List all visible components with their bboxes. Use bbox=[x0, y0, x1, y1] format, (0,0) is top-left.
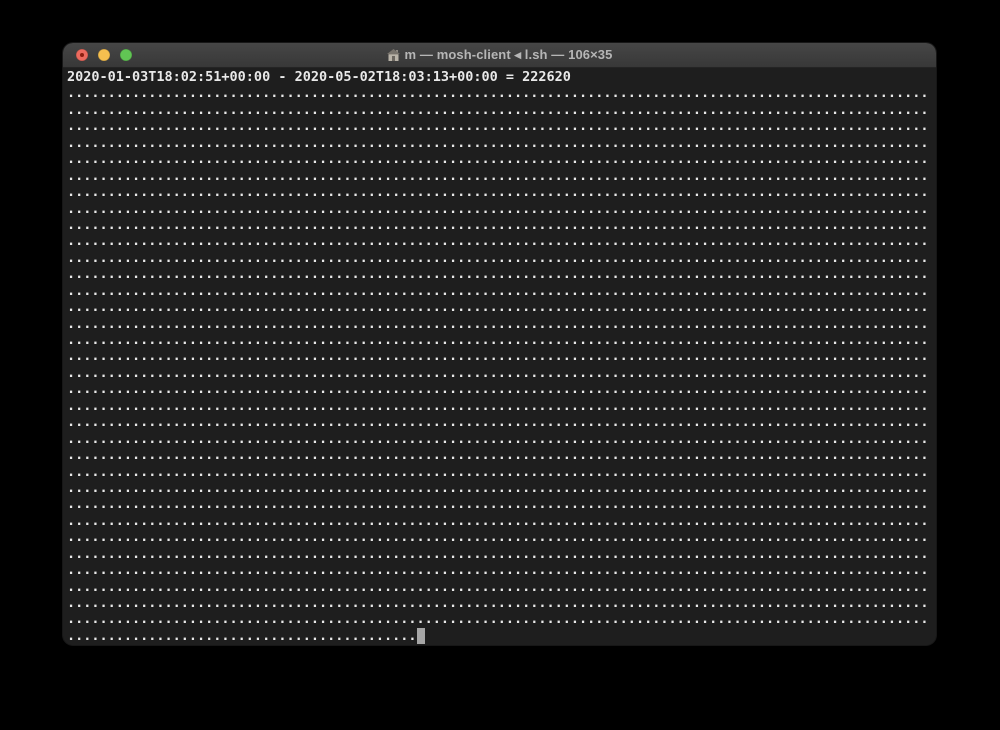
terminal-cursor bbox=[416, 628, 425, 645]
terminal-window: m — mosh-client ◂ l.sh — 106×35 2020-01-… bbox=[63, 43, 936, 645]
terminal-screen[interactable]: 2020-01-03T18:02:51+00:00 - 2020-05-02T1… bbox=[63, 68, 936, 645]
traffic-lights bbox=[76, 43, 132, 67]
terminal-dot-row: ........................................… bbox=[67, 200, 929, 217]
home-folder-icon[interactable] bbox=[386, 49, 400, 61]
titlebar[interactable]: m — mosh-client ◂ l.sh — 106×35 bbox=[63, 43, 936, 68]
terminal-dot-row: ........................................… bbox=[67, 282, 929, 299]
terminal-dot-row: ........................................… bbox=[67, 414, 929, 431]
terminal-dot-row: ........................................… bbox=[67, 479, 929, 496]
terminal-dot-row: ........................................… bbox=[67, 595, 929, 611]
terminal-dot-row: ........................................… bbox=[67, 167, 929, 184]
terminal-dot-row: ........................................… bbox=[67, 496, 929, 513]
terminal-dot-row: ........................................… bbox=[67, 315, 929, 332]
terminal-dot-row: ........................................… bbox=[67, 578, 929, 595]
terminal-dot-row: ........................................… bbox=[67, 85, 929, 102]
terminal-dot-row: ........................................… bbox=[67, 118, 929, 135]
terminal-dot-row: ........................................… bbox=[67, 512, 929, 529]
terminal-dot-row: ........................................… bbox=[67, 447, 929, 464]
terminal-dot-row: ........................................… bbox=[67, 233, 929, 250]
terminal-dot-row: ........................................… bbox=[67, 184, 929, 201]
terminal-dot-row: ........................................… bbox=[67, 463, 929, 480]
terminal-dot-row: ........................................… bbox=[67, 397, 929, 414]
terminal-dot-row: ........................................… bbox=[67, 216, 929, 233]
close-button[interactable] bbox=[76, 49, 88, 61]
terminal-dot-row: ........................................… bbox=[67, 101, 929, 118]
terminal-dot-row: ........................................… bbox=[67, 249, 929, 266]
terminal-dot-row: ........................................… bbox=[67, 430, 929, 447]
terminal-dot-row: ........................................… bbox=[67, 134, 929, 151]
minimize-button[interactable] bbox=[98, 49, 110, 61]
terminal-dot-row: ........................................… bbox=[67, 529, 929, 546]
terminal-dot-row: ........................................… bbox=[67, 545, 929, 562]
terminal-dot-row: ........................................… bbox=[67, 562, 929, 579]
terminal-dot-row: ........................................… bbox=[67, 266, 929, 283]
terminal-dot-row: ........................................… bbox=[67, 348, 929, 365]
terminal-dot-row-partial: ........................................… bbox=[67, 628, 932, 645]
terminal-dot-row: ........................................… bbox=[67, 332, 929, 348]
document-modified-dot bbox=[80, 53, 84, 57]
terminal-dot-row: ........................................… bbox=[67, 364, 929, 381]
window-title: m — mosh-client ◂ l.sh — 106×35 bbox=[404, 47, 613, 62]
terminal-header-line: 2020-01-03T18:02:51+00:00 - 2020-05-02T1… bbox=[67, 69, 571, 85]
terminal-dot-row: ........................................… bbox=[67, 299, 929, 316]
window-title-group: m — mosh-client ◂ l.sh — 106×35 bbox=[386, 47, 613, 63]
zoom-button[interactable] bbox=[120, 49, 132, 61]
terminal-dot-row: ........................................… bbox=[67, 381, 929, 398]
terminal-dot-row: ........................................… bbox=[67, 151, 929, 168]
terminal-dot-row: ........................................… bbox=[67, 611, 929, 628]
